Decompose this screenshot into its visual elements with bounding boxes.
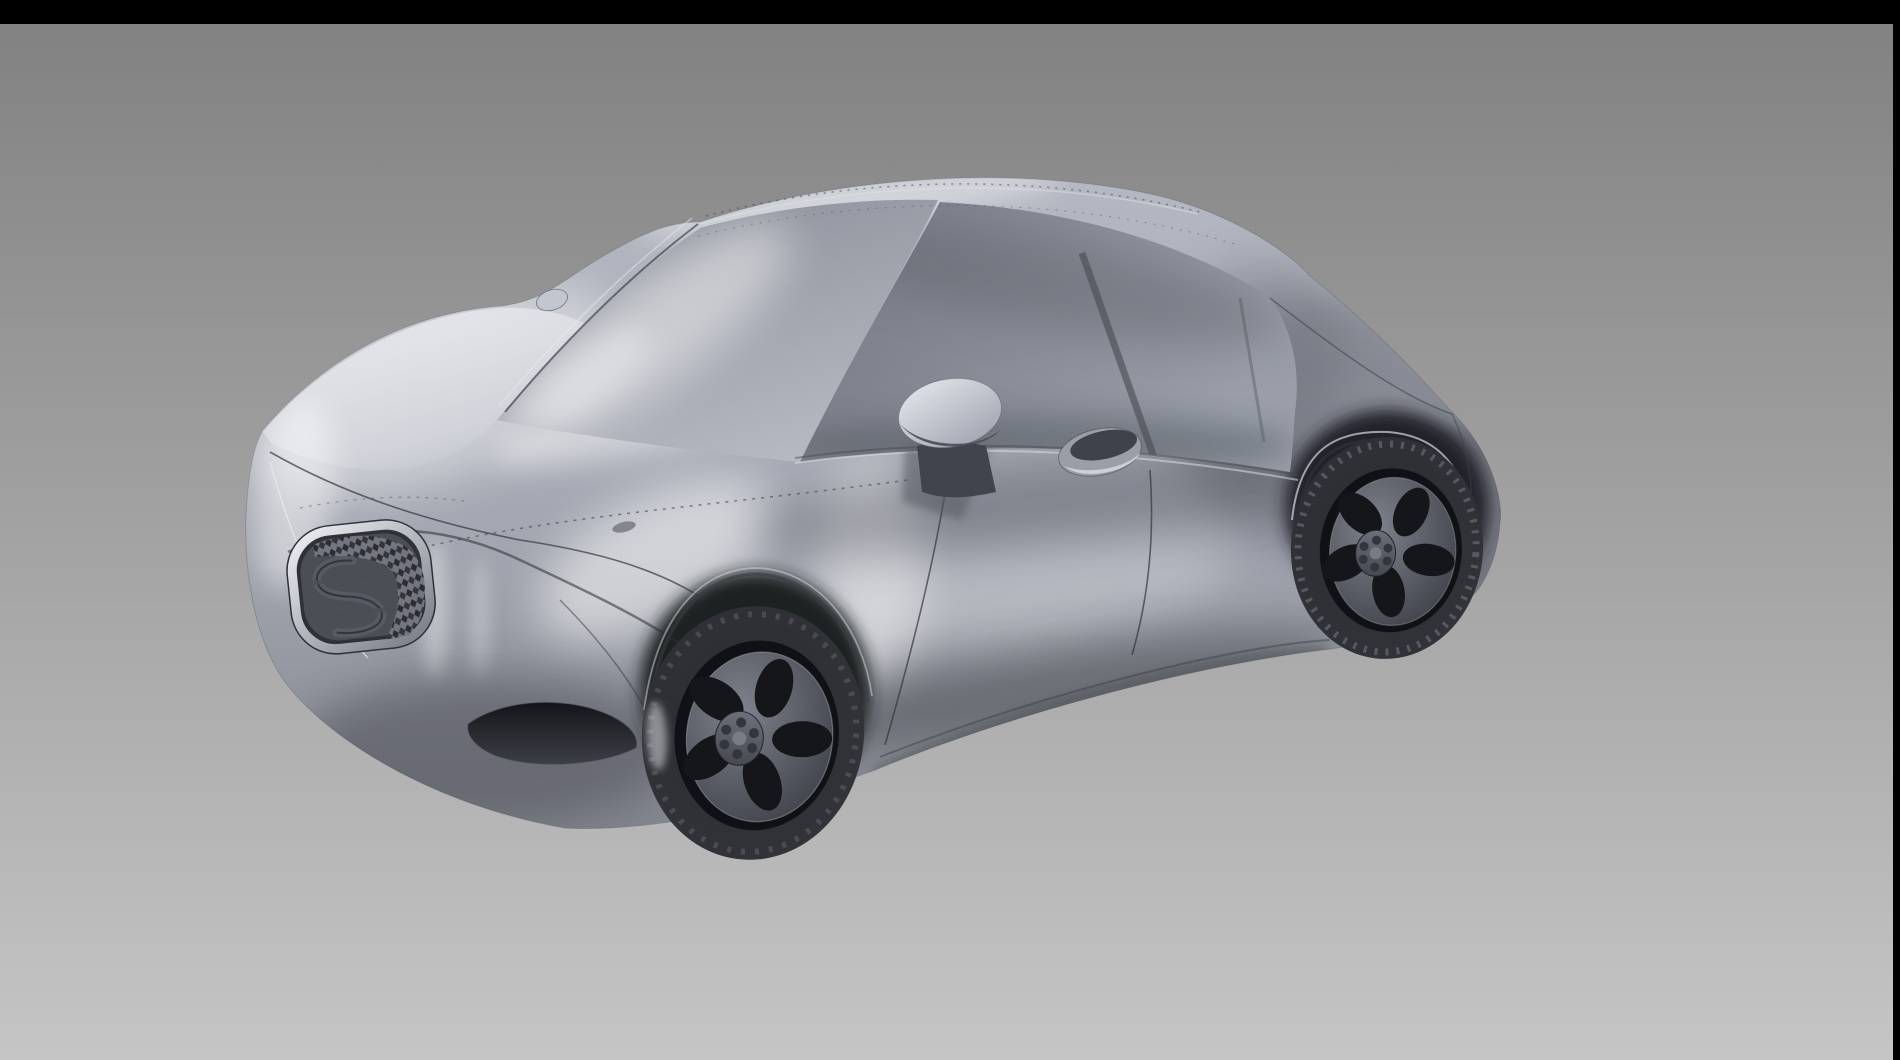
top-letterbox-bar [0,0,1900,24]
grille-assembly [282,515,441,660]
screenshot-canvas [0,0,1900,1060]
fascia-streak-2 [470,560,490,680]
mirror-arm [917,442,996,498]
3d-viewport[interactable] [0,0,1900,1060]
right-letterbox-bar [1893,0,1900,1060]
